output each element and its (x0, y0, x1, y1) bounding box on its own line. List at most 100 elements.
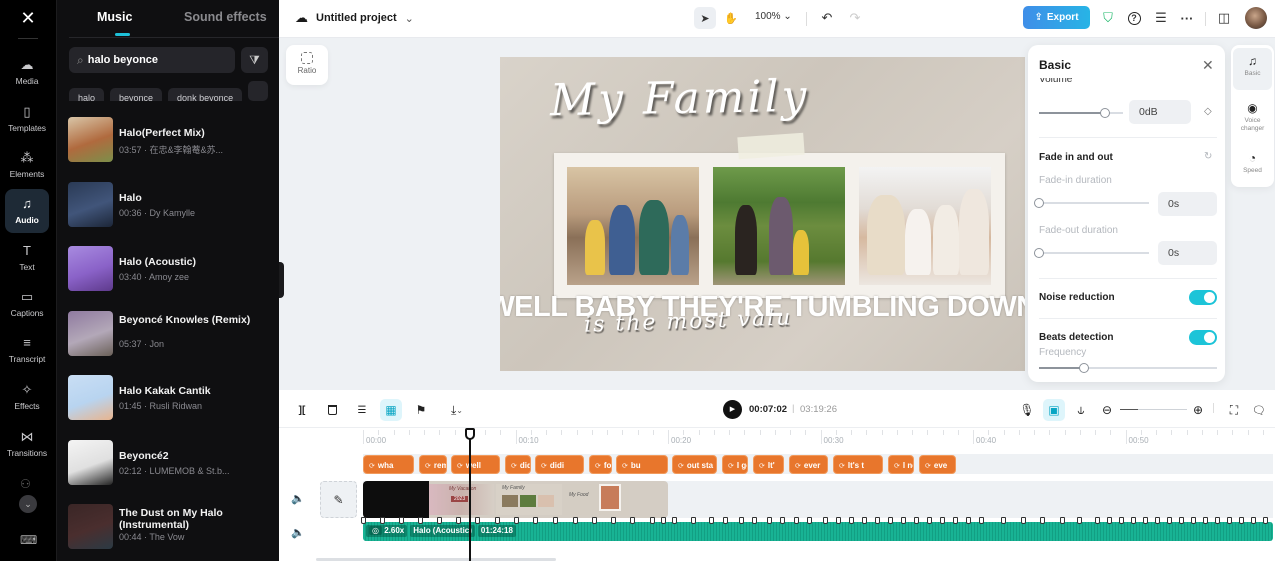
beat-marker[interactable] (1021, 517, 1026, 524)
mute-video-track-button[interactable]: 🔈 (291, 492, 305, 505)
fade-out-slider[interactable] (1034, 248, 1149, 258)
volume-value-field[interactable]: 0dB (1129, 100, 1191, 124)
beat-marker[interactable] (1060, 517, 1065, 524)
rail-item-captions[interactable]: ▭ Captions (5, 282, 49, 326)
filter-icon[interactable]: ⚇ (20, 477, 31, 491)
fade-out-value-field[interactable]: 0s (1158, 241, 1217, 265)
beat-marker[interactable] (573, 517, 578, 524)
help-button[interactable]: ? (1124, 7, 1144, 29)
beat-marker[interactable] (849, 517, 854, 524)
audio-clip[interactable]: ◎ 2.60x Halo (Acoustic) 01:24:18 (363, 522, 1273, 541)
download-menu-button[interactable]: ⤓ ⌄ (442, 399, 472, 421)
beat-marker[interactable] (514, 517, 519, 524)
layers-button[interactable]: ☰ (1151, 7, 1171, 29)
beat-marker[interactable] (691, 517, 696, 524)
beat-marker[interactable] (723, 517, 728, 524)
filter-button[interactable]: ⧩ (241, 47, 268, 73)
beat-marker[interactable] (836, 517, 841, 524)
rail-item-media[interactable]: ☁ Media (5, 50, 49, 94)
music-track-item[interactable]: Beyoncé Knowles (Remix) 05:37 · Jon (68, 310, 278, 375)
beat-marker[interactable] (1251, 517, 1256, 524)
keyframe-diamond-icon[interactable]: ◇ (1204, 106, 1212, 117)
tab-music[interactable]: Music (97, 10, 132, 24)
music-track-item[interactable]: Halo 00:36 · Dy Kamylle (68, 181, 278, 246)
beat-marker[interactable] (1179, 517, 1184, 524)
caption-clip[interactable]: ⟳I ne (888, 455, 914, 474)
caption-clip[interactable]: ⟳didi (505, 455, 531, 474)
rail-item-elements[interactable]: ⁂ Elements (5, 143, 49, 187)
beat-marker[interactable] (380, 517, 385, 524)
beat-marker[interactable] (739, 517, 744, 524)
beat-marker[interactable] (752, 517, 757, 524)
capcut-logo-icon[interactable]: ✕ (17, 8, 39, 28)
caption-clip[interactable]: ⟳ It' (753, 455, 784, 474)
export-button[interactable]: ⇪ Export (1023, 6, 1090, 29)
music-track-item[interactable]: Beyoncé2 02:12 · LUMEMOB & St.b... (68, 439, 278, 504)
beat-marker[interactable] (672, 517, 677, 524)
playhead[interactable] (465, 428, 475, 561)
mute-audio-track-button[interactable]: 🔈 (291, 526, 305, 539)
freeze-frame-button[interactable]: ▦ (380, 399, 402, 421)
more-tools-button[interactable]: ⌄ (19, 495, 37, 513)
redo-button[interactable]: ↷ (845, 7, 865, 29)
rail-item-audio[interactable]: ♫ Audio (5, 189, 49, 233)
search-input[interactable] (87, 54, 241, 66)
beat-marker[interactable] (1203, 517, 1208, 524)
rail-item-text[interactable]: T Text (5, 236, 49, 280)
zoom-select[interactable]: 100% ⌄ (755, 11, 792, 22)
project-menu[interactable]: ☁ Untitled project ⌄ (295, 10, 414, 26)
beat-marker[interactable] (437, 517, 442, 524)
noise-reduction-toggle[interactable] (1189, 290, 1217, 305)
beat-marker[interactable] (767, 517, 772, 524)
rail-item-templates[interactable]: ▯ Templates (5, 97, 49, 141)
caption-clip[interactable]: ⟳ wha (363, 455, 414, 474)
video-preview[interactable]: My Family is the most valu WELL BABY THE… (500, 57, 1025, 371)
caption-clip[interactable]: ⟳ bu (616, 455, 668, 474)
rail-item-transcript[interactable]: ≡ Transcript (5, 328, 49, 372)
beat-marker[interactable] (794, 517, 799, 524)
magnet-snap-button[interactable]: ▣ (1043, 399, 1065, 421)
close-icon[interactable]: ✕ (1202, 57, 1214, 74)
fade-in-slider[interactable] (1034, 198, 1149, 208)
volume-slider[interactable] (1039, 108, 1123, 118)
beat-marker[interactable] (875, 517, 880, 524)
shield-check-icon[interactable]: ⛉ (1098, 7, 1118, 29)
beat-marker[interactable] (456, 517, 461, 524)
zoom-out-button[interactable]: ⊖ (1096, 399, 1118, 421)
slider-knob[interactable] (1078, 363, 1089, 373)
beat-marker[interactable] (940, 517, 945, 524)
beat-marker[interactable] (553, 517, 558, 524)
beat-marker[interactable] (1239, 517, 1244, 524)
play-button[interactable]: ▶ (723, 400, 742, 419)
marker-button[interactable]: ⚑ (410, 399, 432, 421)
fade-in-value-field[interactable]: 0s (1158, 192, 1217, 216)
beat-marker[interactable] (966, 517, 971, 524)
feedback-button[interactable]: 🗨 (1248, 399, 1270, 421)
link-toggle-button[interactable]: ⫝ (1070, 399, 1092, 421)
beat-marker[interactable] (1215, 517, 1220, 524)
slider-knob[interactable] (1034, 198, 1044, 208)
tab-sound-effects[interactable]: Sound effects (184, 10, 267, 24)
fullscreen-button[interactable]: ⛶ (1223, 399, 1245, 421)
beat-marker[interactable] (592, 517, 597, 524)
caption-clip[interactable]: ⟳I go (722, 455, 748, 474)
beat-marker[interactable] (1131, 517, 1136, 524)
beat-marker[interactable] (361, 517, 366, 524)
edit-cover-button[interactable]: ✎ (320, 481, 357, 518)
beat-marker[interactable] (1001, 517, 1006, 524)
caption-clip[interactable]: ⟳ well (451, 455, 500, 474)
auto-caption-button[interactable]: ☰ (351, 399, 373, 421)
caption-clip[interactable]: ⟳ It's t (833, 455, 883, 474)
timeline-zoom-slider[interactable] (1120, 409, 1187, 410)
beat-marker[interactable] (611, 517, 616, 524)
chip-beyonce[interactable]: beyonce (110, 88, 163, 101)
beat-marker[interactable] (1077, 517, 1082, 524)
preview-caption[interactable]: WELL BABY THEY'RE TUMBLING DOWN (500, 293, 1025, 322)
beat-marker[interactable] (650, 517, 655, 524)
slider-knob[interactable] (1099, 108, 1110, 118)
time-ruler[interactable]: 00:00 00:10 00:20 00:30 00:40 00:50 (279, 428, 1275, 450)
prop-tab-speed[interactable]: ◔ Speed (1233, 145, 1272, 187)
ratio-button[interactable]: Ratio (286, 45, 328, 85)
beat-marker[interactable] (1119, 517, 1124, 524)
beat-marker[interactable] (862, 517, 867, 524)
